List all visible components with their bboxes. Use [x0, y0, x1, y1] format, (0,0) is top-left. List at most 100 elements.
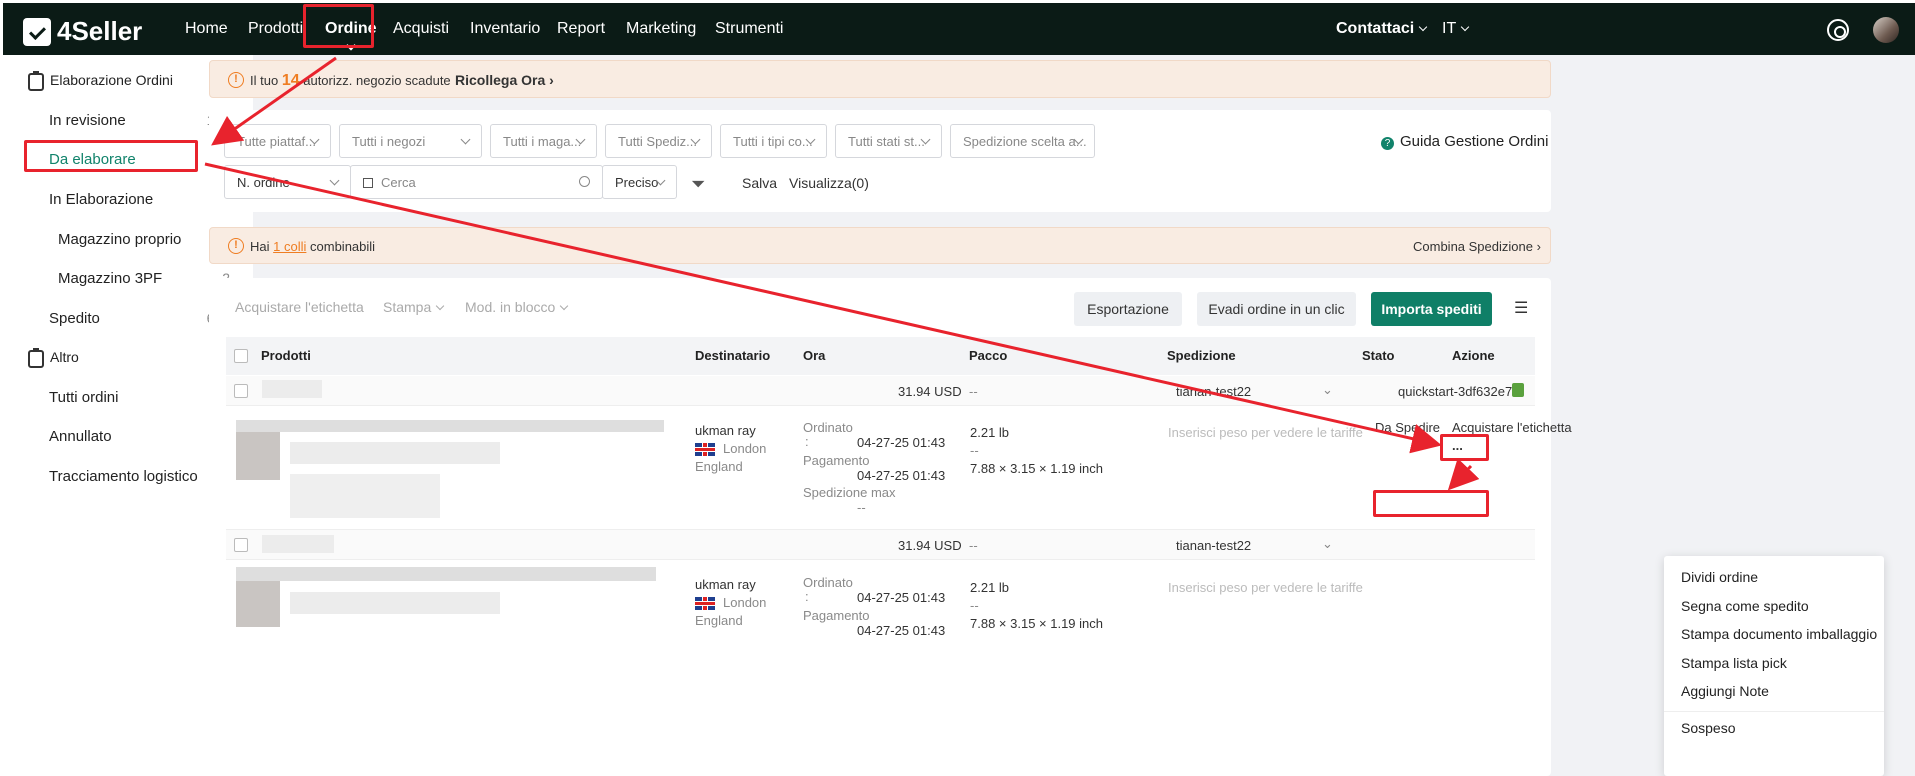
chevron-down-icon[interactable]: ⌄ [1322, 536, 1333, 552]
menu-split-order[interactable]: Dividi ordine [1681, 569, 1758, 585]
chosen-shipping-select[interactable]: Spedizione scelta a... [950, 124, 1095, 158]
chevron-down-icon [436, 301, 445, 311]
alert-text: Il tuo 14 autorizz. negozio scadute [250, 72, 451, 90]
table-header [226, 337, 1535, 375]
nav-report[interactable]: Report [557, 20, 605, 38]
alert-suffix: autorizz. negozio scadute [303, 73, 451, 88]
import-shipped-button[interactable]: Importa spediti [1371, 292, 1492, 326]
sidebar-item-magazzino-3pf[interactable]: Magazzino 3PF [58, 270, 162, 287]
reconnect-link[interactable]: Ricollega Ora › [455, 72, 554, 88]
warning-icon: ! [228, 238, 244, 254]
sidebar-item-tutti-ordini[interactable]: Tutti ordini [49, 389, 118, 406]
product-title-blurred [236, 567, 656, 581]
sidebar-section-altro[interactable]: Altro [50, 349, 79, 365]
menu-print-pick-list[interactable]: Stampa lista pick [1681, 655, 1787, 671]
store-name: quickstart-3df632e7 [1398, 384, 1513, 399]
search-icon[interactable] [579, 176, 590, 187]
store-select[interactable]: Tutti i negozi [339, 124, 482, 158]
ordered-label: Ordinato [803, 420, 853, 435]
rate-hint: Inserisci peso per vedere le tariffe [1168, 425, 1363, 440]
sidebar-item-spedito[interactable]: Spedito [49, 310, 100, 327]
annotation-box-da-elaborare [24, 140, 198, 172]
menu-mark-shipped[interactable]: Segna come spedito [1681, 598, 1809, 614]
sidebar-item-annullato[interactable]: Annullato [49, 428, 112, 445]
buy-label-button[interactable]: Acquistare l'etichetta [235, 299, 364, 315]
select-all-checkbox[interactable] [234, 349, 248, 363]
buy-label-action[interactable]: Acquistare l'etichetta [1452, 420, 1572, 435]
search-type-select[interactable]: N. ordine [224, 165, 351, 199]
rate-hint: Inserisci peso per vedere le tariffe [1168, 580, 1363, 595]
top-navbar: 4Seller Home Prodotti Ordine Acquisti In… [3, 3, 1915, 55]
contact-menu[interactable]: Contattaci [1336, 20, 1428, 38]
shipping-select[interactable]: Tutti Spediz... [605, 124, 712, 158]
status-value: Tutti stati st... [848, 134, 925, 149]
order-amount: 31.94 USD [898, 538, 962, 553]
save-link[interactable]: Salva [742, 175, 777, 191]
shipping-account-select[interactable]: tianan-test22 [1176, 384, 1251, 399]
ordered-label: Ordinato [803, 575, 853, 590]
chevron-down-icon [329, 175, 340, 186]
nav-home[interactable]: Home [185, 20, 228, 38]
nav-marketing[interactable]: Marketing [626, 20, 696, 38]
chevron-down-icon[interactable]: ⌄ [1322, 382, 1333, 398]
header-azione: Azione [1452, 348, 1495, 363]
ship-max-value: -- [857, 500, 866, 515]
order-checkbox[interactable] [234, 538, 248, 552]
paid-label: Pagamento [803, 453, 870, 468]
match-select[interactable]: Preciso [602, 165, 677, 199]
store-value: Tutti i negozi [352, 134, 426, 149]
combine-suffix: combinabili [310, 239, 376, 254]
uk-flag-icon [695, 443, 715, 457]
order-status: Da Spedire [1375, 420, 1441, 435]
menu-print-packing-slip[interactable]: Stampa documento imballaggio [1681, 626, 1877, 642]
shipping-account-select[interactable]: tianan-test22 [1176, 538, 1251, 553]
gear-icon[interactable] [1827, 19, 1849, 41]
product-info-blurred [290, 442, 500, 464]
status-select[interactable]: Tutti stati st... [835, 124, 942, 158]
nav-acquisti[interactable]: Acquisti [393, 20, 449, 38]
platform-select[interactable]: Tutte piattaf... [224, 124, 331, 158]
warehouse-select[interactable]: Tutti i maga... [490, 124, 597, 158]
sidebar-item-magazzino-proprio[interactable]: Magazzino proprio [58, 231, 181, 248]
paid-time: 04-27-25 01:43 [857, 623, 946, 638]
nav-strumenti[interactable]: Strumenti [715, 20, 783, 38]
export-button[interactable]: Esportazione [1074, 292, 1182, 326]
type-select[interactable]: Tutti i tipi co... [720, 124, 827, 158]
one-click-button[interactable]: Evadi ordine in un clic [1197, 292, 1356, 326]
nav-prodotti[interactable]: Prodotti [248, 20, 303, 38]
language-menu[interactable]: IT [1442, 20, 1470, 38]
reconnect-label: Ricollega Ora [455, 72, 546, 88]
print-menu[interactable]: Stampa [383, 299, 445, 315]
view-link[interactable]: Visualizza(0) [789, 175, 869, 191]
combine-link[interactable]: 1 colli [273, 239, 306, 254]
order-checkbox[interactable] [234, 384, 248, 398]
order-group-row [226, 376, 1535, 406]
sidebar-section-elaborazione[interactable]: Elaborazione Ordini [50, 72, 173, 88]
guide-link[interactable]: ? Guida Gestione Ordini [1381, 133, 1548, 150]
search-input[interactable]: Cerca [350, 165, 603, 199]
logo-icon [23, 17, 51, 46]
sidebar-item-tracciamento[interactable]: Tracciamento logistico [49, 468, 198, 485]
search-placeholder: Cerca [381, 175, 416, 190]
uk-flag-icon [695, 597, 715, 611]
header-pacco: Pacco [969, 348, 1008, 363]
menu-suspend[interactable]: Sospeso [1681, 720, 1735, 736]
nav-inventario[interactable]: Inventario [470, 20, 540, 38]
bulk-menu[interactable]: Mod. in blocco [465, 299, 569, 315]
chevron-down-icon [560, 301, 569, 311]
avatar[interactable] [1873, 17, 1899, 43]
sidebar-item-in-revisione[interactable]: In revisione [49, 112, 126, 129]
header-spedizione: Spedizione [1167, 348, 1236, 363]
package-dims: 7.88 × 3.15 × 1.19 inch [970, 616, 1103, 631]
product-sku-blurred [290, 474, 440, 518]
filter-icon[interactable]: ⏷ [691, 174, 705, 195]
recipient-city: London [695, 441, 766, 457]
columns-icon[interactable]: ☰ [1514, 298, 1528, 318]
combine-action[interactable]: Combina Spedizione › [1413, 239, 1541, 254]
recipient-region: England [695, 613, 743, 628]
product-image-blurred [236, 432, 280, 480]
chevron-down-icon [1418, 22, 1428, 32]
logo[interactable]: 4Seller [23, 16, 142, 47]
menu-add-notes[interactable]: Aggiungi Note [1681, 683, 1769, 699]
sidebar-item-in-elaborazione[interactable]: In Elaborazione [49, 191, 153, 208]
